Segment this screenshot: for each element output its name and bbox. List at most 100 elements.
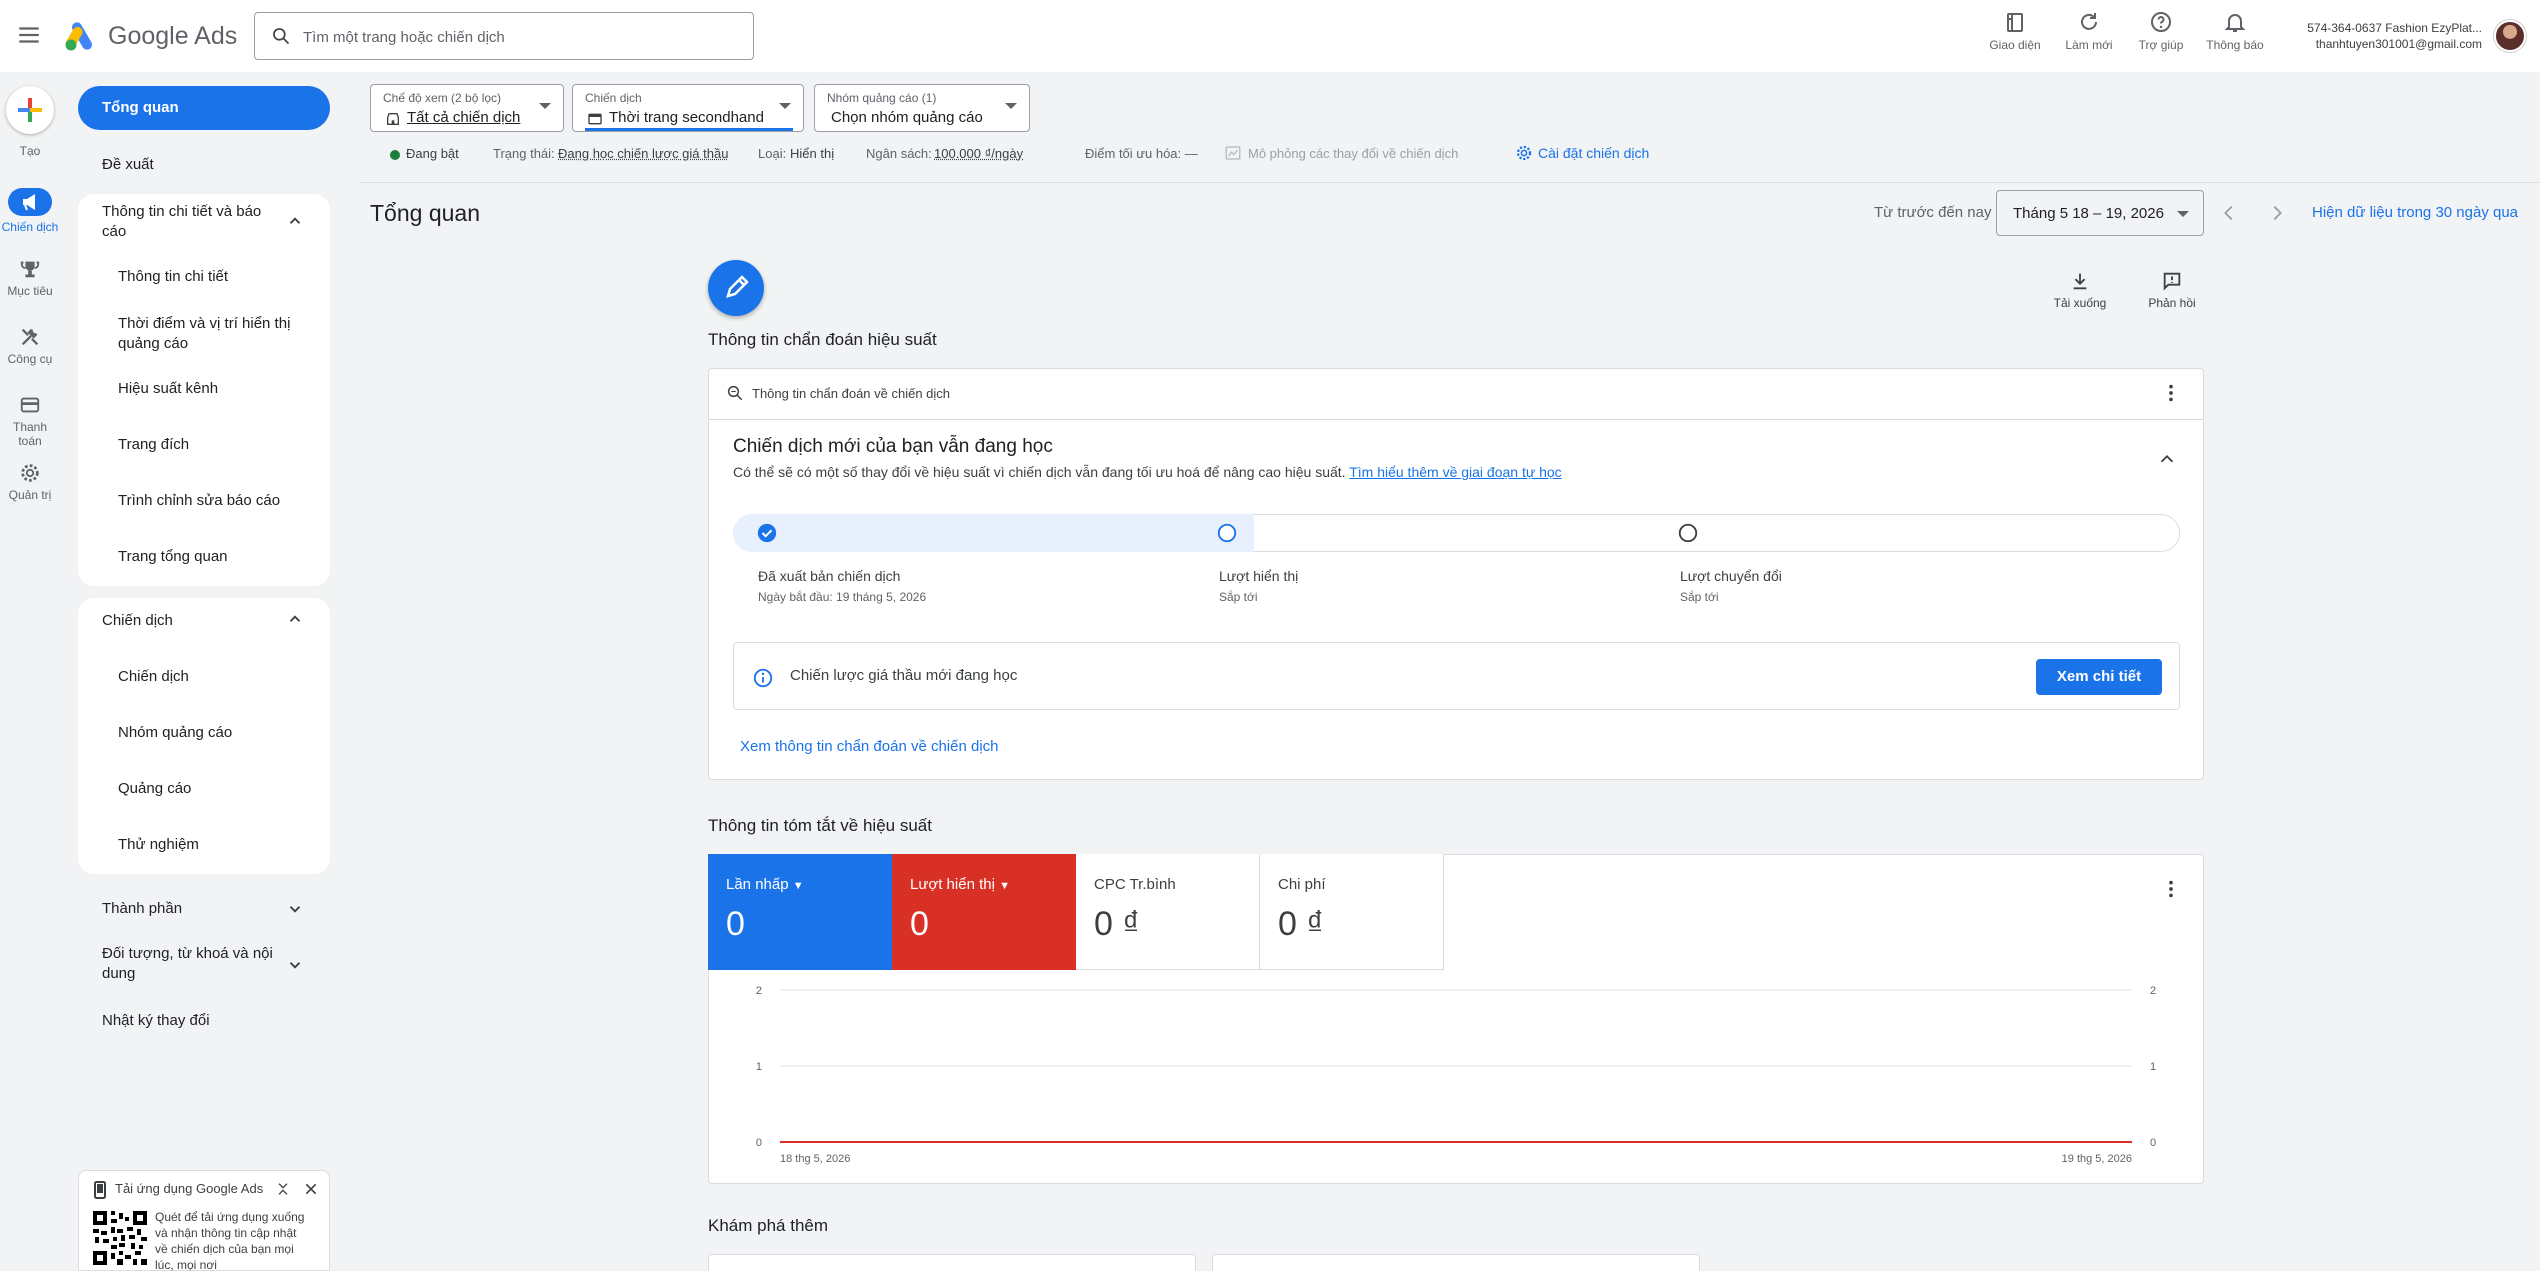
close-icon[interactable] [303,1181,319,1197]
feedback-button[interactable]: Phản hồi [2132,270,2212,310]
step-conversions: Lượt chuyển đổi Sắp tới [1680,568,1782,604]
more-vert-icon[interactable] [2160,878,2182,900]
app-download-text-line2: và nhận thông tin cập nhật [155,1226,297,1240]
campaign-filter[interactable]: Chiến dịch Thời trang secondhand [572,84,804,132]
nav-item-channel-performance[interactable]: Hiệu suất kênh [118,380,218,397]
learning-progress-fill [733,514,1254,552]
edit-button[interactable] [708,260,764,316]
metric-label: Lần nhấp ▼ [726,876,874,893]
y-tick-label-right: 2 [2150,985,2156,997]
nav-recommendations[interactable]: Đề xuất [102,156,154,173]
chevron-up-icon[interactable] [286,610,304,628]
nav-item-campaigns[interactable]: Chiến dịch [118,668,189,685]
chevron-down-icon[interactable] [286,900,304,918]
google-ads-logo[interactable] [64,20,98,52]
explore-card[interactable] [708,1254,1196,1271]
ad-group-filter-label: Nhóm quảng cáo (1) [827,91,937,105]
nav-item-report-editor[interactable]: Trình chỉnh sửa báo cáo [118,492,280,509]
nav-item-when-where[interactable]: Thời điểm và vị trí hiển thị quảng cáo [118,314,290,354]
rail-item-billing[interactable]: Thanh toán [0,394,60,448]
chevron-up-icon[interactable] [286,212,304,230]
view-details-button[interactable]: Xem chi tiết [2036,659,2162,695]
nav-insights-header[interactable]: Thông tin chi tiết và báo cáo [102,202,282,242]
campaign-filter-label: Chiến dịch [585,91,642,105]
step-title: Lượt hiển thị [1219,568,1299,584]
date-range-picker[interactable]: Tháng 5 18 – 19, 2026 [1996,190,2204,236]
nav-item-dashboards[interactable]: Trang tổng quan [118,548,228,565]
nav-change-history[interactable]: Nhật ký thay đổi [102,1012,210,1029]
enabled-status[interactable]: Đang bật [406,146,459,161]
nav-overview[interactable]: Tổng quan [78,86,330,130]
search-input[interactable] [303,25,733,49]
nav-audiences[interactable]: Đối tượng, từ khoá và nội dung [102,944,273,984]
metric-label: CPC Tr.bình [1094,876,1176,893]
metric-value: 0 ₫ [1278,905,1324,943]
nav-campaigns-header[interactable]: Chiến dịch [102,612,173,629]
account-switcher[interactable]: 574-364-0637 Fashion EzyPlat... thanhtuy… [2300,20,2482,52]
campaign-settings-link[interactable]: Cài đặt chiến dịch [1538,145,1649,161]
help-button[interactable]: Trợ giúp [2126,10,2196,52]
chevron-down-icon[interactable] [286,956,304,974]
metric-tile-clicks[interactable]: Lần nhấp ▼ 0 [708,854,892,970]
chevron-left-icon[interactable] [2218,202,2240,224]
nav-item-experiments[interactable]: Thử nghiệm [118,836,199,853]
collapse-icon[interactable] [275,1181,291,1197]
simulate-changes-link[interactable]: Mô phỏng các thay đổi về chiến dịch [1248,146,1458,161]
status-value[interactable]: Đang học chiến lược giá thầu [558,146,728,161]
y-tick-label-right: 1 [2150,1061,2156,1073]
info-icon [753,668,773,688]
metric-tile-avg-cpc[interactable]: CPC Tr.bình 0 ₫ [1076,854,1260,970]
nav-item-ads[interactable]: Quảng cáo [118,780,191,797]
rail-item-campaigns[interactable] [8,188,52,216]
rail-item-tools[interactable]: Công cụ [0,326,60,366]
nav-item-insights[interactable]: Thông tin chi tiết [118,268,228,285]
app-download-text-line4: lúc, mọi nơi [155,1258,217,1271]
more-vert-icon[interactable] [2160,382,2182,404]
status-label: Trạng thái: [493,146,555,161]
tools-icon [21,328,39,346]
metric-tile-impressions[interactable]: Lượt hiển thị ▼ 0 [892,854,1076,970]
metric-label: Lượt hiển thị ▼ [910,876,1058,893]
learn-more-link[interactable]: Tìm hiểu thêm về giai đoạn tự học [1349,464,1561,480]
dropdown-caret-icon [539,103,551,109]
avatar[interactable] [2494,20,2526,52]
bid-strategy-message: Chiến lược giá thầu mới đang học [790,667,1018,684]
rail-item-admin[interactable]: Quản trị [0,462,60,502]
step-published: Đã xuất bản chiến dịch Ngày bắt đầu: 19 … [758,568,926,604]
dropdown-caret-icon [1005,103,1017,109]
performance-line-chart: 0 1 2 0 1 2 18 thg 5, 2026 19 thg 5, 2026 [756,985,2156,1165]
rail-item-goals[interactable]: Mục tiêu [0,258,60,298]
y-tick-label-right: 0 [2150,1137,2156,1149]
feedback-icon [2163,272,2181,291]
appearance-button[interactable]: Giao diện [1980,10,2050,52]
download-button[interactable]: Tải xuống [2040,270,2120,310]
create-button[interactable] [6,86,54,134]
feedback-label: Phản hồi [2148,296,2196,310]
search-box[interactable] [254,12,754,60]
app-download-title: Tải ứng dụng Google Ads [115,1181,264,1196]
explore-card[interactable] [1212,1254,1700,1271]
refresh-button[interactable]: Làm mới [2054,10,2124,52]
view-mode-label: Chế độ xem (2 bộ lọc) [383,91,502,105]
nav-item-ad-groups[interactable]: Nhóm quảng cáo [118,724,232,741]
download-label: Tải xuống [2053,296,2107,310]
chevron-right-icon[interactable] [2266,202,2288,224]
budget-value[interactable]: 100.000 ₫/ngày [934,146,1023,161]
nav-assets[interactable]: Thành phần [102,900,182,917]
nav-item-landing-pages[interactable]: Trang đích [118,436,189,453]
metric-tile-cost[interactable]: Chi phí 0 ₫ [1260,854,1444,970]
nav-audiences-line2: dung [102,965,136,982]
chevron-up-icon[interactable] [2156,448,2178,470]
view-mode-filter[interactable]: Chế độ xem (2 bộ lọc) Tất cả chiến dịch [370,84,564,132]
enabled-status-dot [390,150,400,160]
ad-group-filter[interactable]: Nhóm quảng cáo (1) Chọn nhóm quảng cáo [814,84,1030,132]
view-diagnostics-link[interactable]: Xem thông tin chẩn đoán về chiến dịch [740,738,999,755]
appearance-icon [2007,13,2023,32]
notifications-button[interactable]: Thông báo [2200,10,2270,52]
nav-audiences-line1: Đối tượng, từ khoá và nội [102,945,273,962]
download-icon [2073,273,2087,290]
diagnostics-card-divider [709,419,2203,420]
main-menu-icon[interactable] [16,22,42,48]
learning-headline: Chiến dịch mới của bạn vẫn đang học [733,436,1053,457]
show-last-30-days-link[interactable]: Hiện dữ liệu trong 30 ngày qua [2312,204,2518,221]
